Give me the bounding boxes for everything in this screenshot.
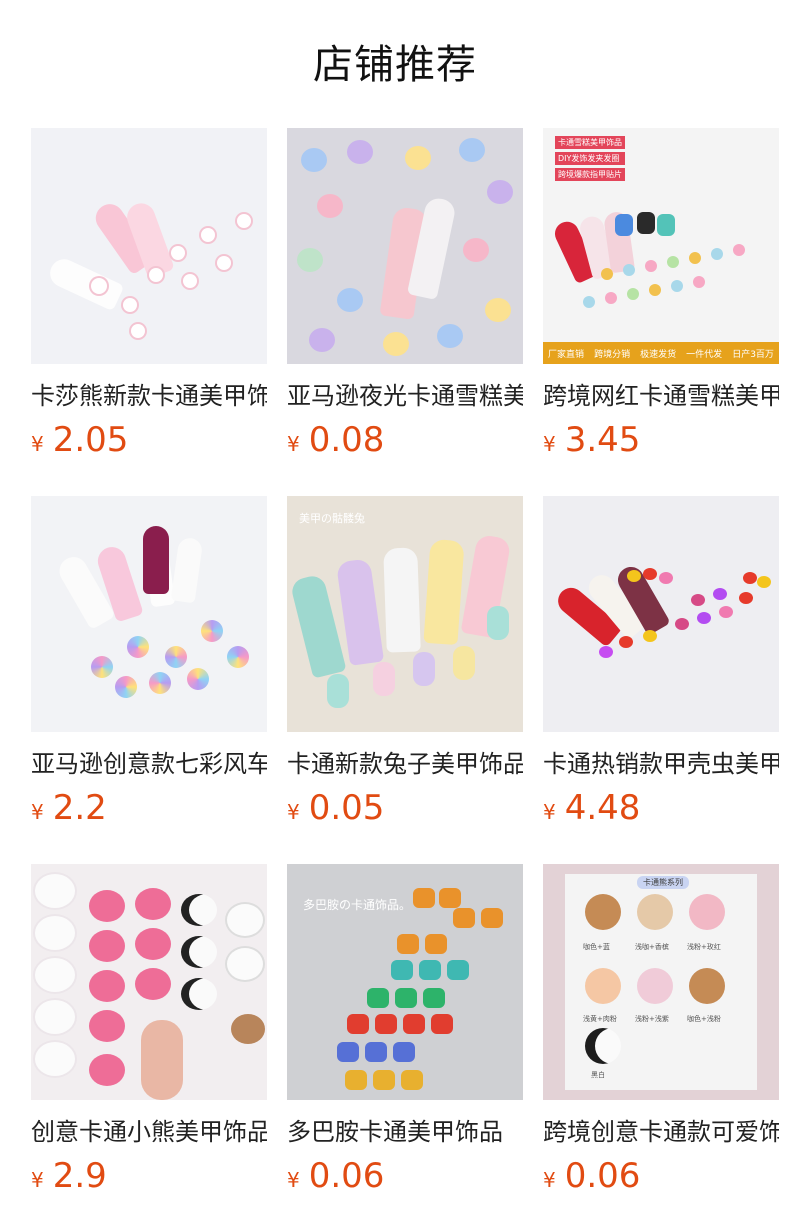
price-value: 0.05	[308, 788, 385, 828]
currency-symbol: ¥	[31, 800, 44, 824]
rabbit-nail-charms-image[interactable]: 美甲の骷髅兔	[287, 496, 523, 732]
product-card[interactable]: 卡通雪糕美甲饰品 DIY发饰发夹发圈 跨境爆款指甲贴片 厂家直销 跨境分销 极速…	[543, 128, 779, 496]
product-title[interactable]: 卡通热销款甲壳虫美甲饰品	[543, 746, 779, 782]
image-overlay-tags: 卡通雪糕美甲饰品 DIY发饰发夹发圈 跨境爆款指甲贴片	[555, 136, 625, 181]
currency-symbol: ¥	[543, 1168, 556, 1192]
price-value: 2.2	[52, 788, 107, 828]
icecream-nail-charms-image[interactable]: 卡通雪糕美甲饰品 DIY发饰发夹发圈 跨境爆款指甲贴片 厂家直销 跨境分销 极速…	[543, 128, 779, 364]
page-header: 店铺推荐	[0, 0, 790, 128]
variant-label: 黑白	[591, 1071, 605, 1079]
windmill-nail-charms-image[interactable]	[31, 496, 267, 732]
price-value: 0.06	[308, 1156, 385, 1196]
variant-label: 咖色+蓝	[583, 943, 610, 951]
image-overlay-title: 卡通熊系列	[637, 876, 689, 889]
image-overlay-title: 美甲の骷髅兔	[299, 512, 365, 525]
product-card[interactable]: 美甲の骷髅兔 卡通新款兔子美甲饰品 ¥ 0.05	[287, 496, 523, 864]
product-title[interactable]: 跨境网红卡通雪糕美甲饰品	[543, 378, 779, 414]
currency-symbol: ¥	[287, 432, 300, 456]
product-price: ¥ 2.9	[31, 1156, 267, 1196]
price-value: 2.05	[52, 420, 129, 460]
product-title[interactable]: 跨境创意卡通款可爱饰品	[543, 1114, 779, 1150]
price-value: 4.48	[564, 788, 641, 828]
strip-label: 一件代发	[686, 349, 723, 360]
product-title[interactable]: 多巴胺卡通美甲饰品	[287, 1114, 523, 1150]
variant-label: 咖色+浅粉	[687, 1015, 721, 1023]
ladybug-nail-charms-image[interactable]	[543, 496, 779, 732]
variant-label: 浅咖+香槟	[635, 943, 669, 951]
price-value: 2.9	[52, 1156, 107, 1196]
currency-symbol: ¥	[287, 1168, 300, 1192]
product-price: ¥ 2.2	[31, 788, 267, 828]
product-grid: 卡莎熊新款卡通美甲饰品 ¥ 2.05 亚马逊夜光卡通雪糕美甲饰品 ¥	[0, 128, 790, 1232]
product-title[interactable]: 卡通新款兔子美甲饰品	[287, 746, 523, 782]
product-title[interactable]: 卡莎熊新款卡通美甲饰品	[31, 378, 267, 414]
image-overlay-strip: 厂家直销 跨境分销 极速发货 一件代发 日产3百万	[543, 342, 779, 364]
image-overlay-title: 多巴胺の卡通饰品。	[303, 898, 412, 912]
variant-label: 浅粉+浅紫	[635, 1015, 669, 1023]
product-card[interactable]: 亚马逊夜光卡通雪糕美甲饰品 ¥ 0.08	[287, 128, 523, 496]
bear-nail-charms-image[interactable]	[31, 864, 267, 1100]
overlay-tag: DIY发饰发夹发圈	[555, 152, 625, 165]
product-title[interactable]: 亚马逊夜光卡通雪糕美甲饰品	[287, 378, 523, 414]
variant-label: 浅粉+玫红	[687, 943, 721, 951]
dopamine-cartoon-charms-image[interactable]: 多巴胺の卡通饰品。	[287, 864, 523, 1100]
overlay-tag: 跨境爆款指甲贴片	[555, 168, 625, 181]
strip-label: 极速发货	[640, 349, 677, 360]
currency-symbol: ¥	[543, 432, 556, 456]
product-title[interactable]: 亚马逊创意款七彩风车美甲饰品	[31, 746, 267, 782]
product-price: ¥ 2.05	[31, 420, 267, 460]
product-card[interactable]: 卡通熊系列 咖色+蓝 浅咖+香槟 浅粉+玫红 浅黄+肉粉 浅粉+浅紫 咖色+浅粉…	[543, 864, 779, 1232]
currency-symbol: ¥	[31, 432, 44, 456]
price-value: 0.08	[308, 420, 385, 460]
strip-label: 日产3百万	[732, 349, 774, 360]
product-price: ¥ 0.08	[287, 420, 523, 460]
overlay-tag: 卡通雪糕美甲饰品	[555, 136, 625, 149]
product-price: ¥ 4.48	[543, 788, 779, 828]
product-title[interactable]: 创意卡通小熊美甲饰品	[31, 1114, 267, 1150]
product-price: ¥ 0.05	[287, 788, 523, 828]
variant-label: 浅黄+肉粉	[583, 1015, 617, 1023]
bear-series-charms-image[interactable]: 卡通熊系列 咖色+蓝 浅咖+香槟 浅粉+玫红 浅黄+肉粉 浅粉+浅紫 咖色+浅粉…	[543, 864, 779, 1100]
price-value: 3.45	[564, 420, 641, 460]
currency-symbol: ¥	[31, 1168, 44, 1192]
price-value: 0.06	[564, 1156, 641, 1196]
product-card[interactable]: 多巴胺の卡通饰品。 多巴胺卡通美甲饰品 ¥ 0.06	[287, 864, 523, 1232]
product-price: ¥ 0.06	[543, 1156, 779, 1196]
product-price: ¥ 3.45	[543, 420, 779, 460]
strip-label: 跨境分销	[594, 349, 631, 360]
glow-cartoon-charms-image[interactable]	[287, 128, 523, 364]
product-card[interactable]: 卡莎熊新款卡通美甲饰品 ¥ 2.05	[31, 128, 267, 496]
currency-symbol: ¥	[287, 800, 300, 824]
product-card[interactable]: 亚马逊创意款七彩风车美甲饰品 ¥ 2.2	[31, 496, 267, 864]
product-card[interactable]: 创意卡通小熊美甲饰品 ¥ 2.9	[31, 864, 267, 1232]
product-card[interactable]: 卡通热销款甲壳虫美甲饰品 ¥ 4.48	[543, 496, 779, 864]
currency-symbol: ¥	[543, 800, 556, 824]
page-title: 店铺推荐	[313, 42, 477, 88]
product-price: ¥ 0.06	[287, 1156, 523, 1196]
strip-label: 厂家直销	[548, 349, 585, 360]
bunny-nail-charms-image[interactable]	[31, 128, 267, 364]
